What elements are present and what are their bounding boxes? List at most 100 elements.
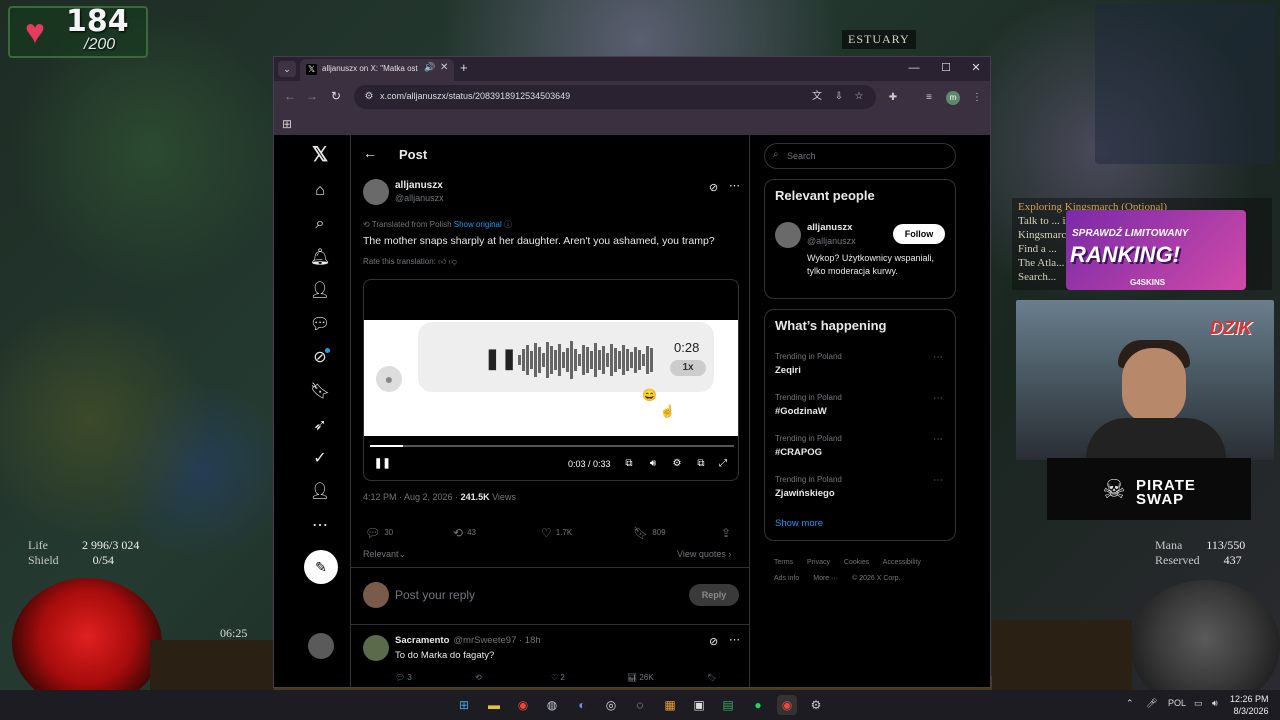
notifications-icon[interactable]: 🔔︎ <box>308 246 332 270</box>
volume-icon[interactable]: 🔊︎ <box>1212 698 1218 709</box>
repost-action[interactable]: ⟲ 43 <box>453 526 476 540</box>
obs-icon[interactable]: ◎ <box>601 695 621 715</box>
reply-button[interactable]: Reply <box>689 584 739 606</box>
site-info-icon[interactable]: ⚙ <box>362 90 376 104</box>
messages-icon[interactable]: 💬︎ <box>308 313 332 337</box>
thumbs-down-icon[interactable]: 👎︎ <box>449 257 457 266</box>
tab-active[interactable]: 𝕏 alljanuszx on X: "Matka ost 🔊 ✕ <box>300 59 454 81</box>
settings-icon[interactable]: ⚙ <box>806 695 826 715</box>
person-name[interactable]: alljanuszx <box>807 222 852 233</box>
star-icon[interactable]: ☆ <box>852 90 866 104</box>
author-avatar[interactable] <box>363 179 389 205</box>
view-quotes-link[interactable]: View quotes › <box>677 549 731 559</box>
share-action[interactable]: ⇪ <box>721 526 735 540</box>
extensions-icon[interactable]: ✚ <box>886 91 900 105</box>
new-tab-icon[interactable]: + <box>460 60 468 75</box>
info-icon[interactable]: ⓘ <box>504 220 512 229</box>
window-close-icon[interactable]: ✕ <box>966 60 986 76</box>
more-options-icon[interactable]: ⋯ <box>933 434 943 445</box>
search-icon[interactable]: ⌕ <box>308 212 332 236</box>
more-options-icon[interactable]: ⋯ <box>933 393 943 404</box>
fullscreen-icon[interactable]: ⤢ <box>716 458 730 469</box>
volume-icon[interactable]: 🔊︎ <box>646 458 660 469</box>
trend-item[interactable]: Trending in Poland Zjawińskiego ⋯ <box>775 475 947 509</box>
apps-grid-icon[interactable]: ⊞ <box>282 117 292 131</box>
bookmarks-icon[interactable]: 🔖︎ <box>308 380 332 404</box>
sort-dropdown[interactable]: Relevant⌄ <box>363 549 406 560</box>
discord-icon[interactable]: ◐ <box>572 695 592 715</box>
trend-item[interactable]: Trending in Poland #GodzinaW ⋯ <box>775 393 947 427</box>
reply-author-avatar[interactable] <box>363 635 389 661</box>
file-explorer-icon[interactable]: ▬ <box>484 695 504 715</box>
windows-start-icon[interactable]: ⊞ <box>454 695 474 715</box>
reply-input[interactable]: Post your reply <box>395 588 475 602</box>
show-more-link[interactable]: Show more <box>775 518 823 529</box>
author-name[interactable]: alljanuszx <box>395 180 443 191</box>
settings-icon[interactable]: ⚙ <box>670 458 684 469</box>
speaker-icon[interactable]: 🔊 <box>424 62 435 73</box>
rocket-icon[interactable]: ➶ <box>308 414 332 438</box>
post-timestamp[interactable]: 4:12 PM · Aug 2, 2026 · <box>363 492 461 502</box>
show-original-link[interactable]: Show original <box>454 220 502 229</box>
back-icon[interactable]: ← <box>282 89 298 103</box>
profile-icon[interactable]: 👤︎ <box>308 480 332 504</box>
forward-icon[interactable]: → <box>304 89 320 103</box>
translate-icon[interactable]: 文 <box>810 90 824 104</box>
pause-icon[interactable]: ❚❚ <box>374 458 391 469</box>
footer-link[interactable]: More ··· <box>813 575 838 582</box>
reply-like-action[interactable]: ♡ 2 <box>551 673 565 682</box>
pip-icon[interactable]: ⧉ <box>694 458 708 469</box>
reply-action[interactable]: 💬︎ 30 <box>365 526 393 540</box>
footer-link[interactable]: Accessibility <box>883 559 921 566</box>
reply-author-name[interactable]: Sacramento <box>395 635 449 646</box>
language-indicator[interactable]: POL <box>1168 698 1186 708</box>
tray-chevron-icon[interactable]: ⌃ <box>1126 698 1134 709</box>
reply-repost-action[interactable]: ⟲ <box>475 673 482 682</box>
url-input[interactable]: ⚙ x.com/alljanuszx/status/20839189125345… <box>354 85 876 109</box>
person-avatar[interactable] <box>775 222 801 248</box>
close-icon[interactable]: ✕ <box>440 62 448 73</box>
reply-item[interactable]: Sacramento @mrSweete97 · 18h ⊘ ⋯ To do Ma… <box>351 627 749 687</box>
minimize-icon[interactable]: — <box>904 60 924 76</box>
follow-icon[interactable]: 👤︎ <box>308 279 332 303</box>
video-progress-bar[interactable] <box>370 445 734 447</box>
thumbs-up-icon[interactable]: 👍︎ <box>438 257 446 266</box>
compose-icon[interactable]: ✎ <box>304 550 338 584</box>
more-options-icon[interactable]: ⋯ <box>933 352 943 363</box>
clock[interactable]: 12:26 PM 8/3/2026 <box>1230 693 1269 717</box>
reload-icon[interactable]: ↻ <box>328 89 344 103</box>
app-icon[interactable]: ◌ <box>630 695 650 715</box>
video-player[interactable]: ● ❚❚ 0:28 1x 🎤︎ 😄 ☝ ❚❚ 0:03 / 0:33 <box>363 279 739 481</box>
trend-item[interactable]: Trending in Poland #CRAPOG ⋯ <box>775 434 947 468</box>
footer-link[interactable]: Cookies <box>844 559 869 566</box>
trend-item[interactable]: Trending in Poland Zeqiri ⋯ <box>775 352 947 386</box>
spotify-icon[interactable]: ● <box>748 695 768 715</box>
app-icon[interactable]: ▣ <box>689 695 709 715</box>
back-arrow-icon[interactable]: ← <box>363 145 377 161</box>
author-handle[interactable]: @alljanuszx <box>395 193 444 203</box>
follow-button[interactable]: Follow <box>893 224 945 244</box>
like-action[interactable]: ♡ 1.7K <box>541 526 572 540</box>
menu-icon[interactable]: ⋮ <box>970 91 984 105</box>
bookmark-action[interactable]: 🔖︎ 809 <box>633 526 666 540</box>
footer-link[interactable]: Ads info <box>774 575 799 582</box>
profile-avatar[interactable]: m <box>946 91 960 105</box>
more-icon[interactable]: ⋯ <box>308 514 332 538</box>
app-icon[interactable]: ▦ <box>660 695 680 715</box>
account-avatar[interactable] <box>308 633 334 659</box>
steam-icon[interactable]: ◍ <box>542 695 562 715</box>
media-icon[interactable]: ≡ <box>922 91 936 105</box>
excel-icon[interactable]: ▤ <box>718 695 738 715</box>
home-icon[interactable]: ⌂ <box>308 179 332 203</box>
tab-search-icon[interactable]: ⌄ <box>278 61 296 77</box>
grok-explain-icon[interactable]: ⊘ <box>709 635 718 648</box>
reply-views-action[interactable]: 📊︎ 26K <box>627 673 654 682</box>
search-input[interactable]: ⌕ Search <box>764 143 956 169</box>
captions-icon[interactable]: ⧉ <box>622 458 636 469</box>
chrome-icon[interactable]: ◉ <box>513 695 533 715</box>
mic-tray-icon[interactable]: 🎤︎ <box>1146 698 1157 709</box>
grok-explain-icon[interactable]: ⊘ <box>709 181 718 194</box>
verified-icon[interactable]: ✓ <box>308 447 332 471</box>
footer-link[interactable]: Terms <box>774 559 793 566</box>
footer-link[interactable]: Privacy <box>807 559 830 566</box>
